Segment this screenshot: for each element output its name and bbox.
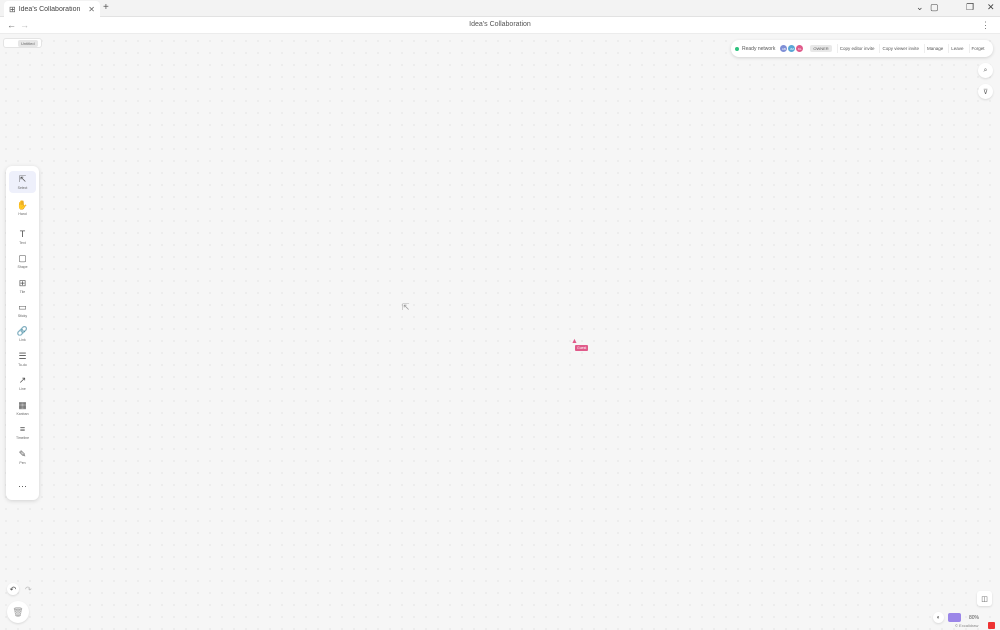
sticky-icon: ▭ <box>18 302 27 312</box>
tool-label: Sticky <box>17 314 28 318</box>
close-window-button[interactable]: ✕ <box>987 2 995 13</box>
brand-mark-icon <box>988 622 995 629</box>
copy-editor-invite-button[interactable]: Copy editor invite <box>836 44 877 53</box>
manage-button[interactable]: Manage <box>924 44 945 53</box>
tool-label: Shape <box>17 265 28 269</box>
tool-sticky[interactable]: ▭ Sticky <box>9 299 36 321</box>
board-name-chip[interactable]: Untitled <box>3 38 42 48</box>
close-tab-icon[interactable]: ✕ <box>88 5 95 14</box>
avatar[interactable]: KL <box>795 44 805 53</box>
theme-toggle-button[interactable]: ◐ <box>933 612 944 623</box>
undo-button[interactable]: ↶ <box>7 583 19 595</box>
trash-button[interactable]: 🗑 <box>7 601 29 623</box>
kanban-icon: ▦ <box>18 400 27 410</box>
tool-line[interactable]: ↗ Line <box>9 372 36 394</box>
sidebar-toggle-icon[interactable]: ▢ <box>930 2 939 13</box>
search-button[interactable]: ⌕ <box>978 63 993 78</box>
shape-icon: ▢ <box>18 253 27 263</box>
tool-label: Tile <box>19 290 26 294</box>
tool-palette: ⇱ Select ✋ Hand T Text ▢ Shape ⊞ Tile ▭ Sticky 🔗 Link… <box>6 166 39 500</box>
tool-label: Line <box>19 387 26 391</box>
remote-cursor-icon: ▲ <box>571 338 578 345</box>
hand-icon: ✋ <box>16 200 29 210</box>
pen-icon: ✎ <box>18 449 27 459</box>
tool-label: Select <box>17 186 28 190</box>
minimap-button[interactable]: ◫ <box>977 591 992 606</box>
tool-text[interactable]: T Text <box>9 226 36 248</box>
tool-label: Link <box>19 338 26 342</box>
search-icon: ⌕ <box>983 66 988 74</box>
map-icon: ◫ <box>981 595 988 603</box>
role-badge: OWNER <box>810 45 832 52</box>
chevron-down-icon[interactable]: ⌄ <box>916 2 924 13</box>
filter-button[interactable]: ⊽ <box>978 84 993 99</box>
tab-title: Idea's Collaboration <box>18 5 81 13</box>
link-icon: 🔗 <box>16 326 29 336</box>
forget-button[interactable]: Forget <box>968 44 987 53</box>
tool-label: To-do <box>18 363 27 367</box>
filter-icon: ⊽ <box>982 88 989 96</box>
page-title: Idea's Collaboration <box>469 21 531 28</box>
tool-pen[interactable]: ✎ Pen <box>9 446 36 468</box>
browser-tab-strip: ⊞ Idea's Collaboration ✕ + ⌄ ▢ ❐ ✕ <box>0 0 1000 17</box>
grid-icon: ⊞ <box>9 4 16 14</box>
cursor-icon: ⇱ <box>18 174 27 184</box>
collaboration-bar: Ready network AB JM KL OWNER Copy editor… <box>731 40 993 57</box>
footer-credit: © Excalidraw <box>955 623 979 628</box>
restore-window-button[interactable]: ❐ <box>966 2 974 13</box>
line-icon: ↗ <box>18 375 27 385</box>
remote-user-tag: Guest <box>575 345 589 351</box>
tool-shape[interactable]: ▢ Shape <box>9 250 36 272</box>
tool-hand[interactable]: ✋ Hand <box>9 197 36 219</box>
tool-tile[interactable]: ⊞ Tile <box>9 275 36 297</box>
tool-more[interactable]: ⋯ <box>9 475 36 497</box>
tool-kanban[interactable]: ▦ Kanban <box>9 397 36 419</box>
leave-button[interactable]: Leave <box>948 44 965 53</box>
collaborator-avatars: AB JM KL <box>779 44 805 53</box>
new-tab-button[interactable]: + <box>103 2 109 13</box>
tool-label: Hand <box>18 212 27 216</box>
local-cursor-icon: ⇱ <box>402 302 410 312</box>
board-name-label: Untitled <box>18 39 38 47</box>
tile-icon: ⊞ <box>18 278 27 288</box>
tool-to-do[interactable]: ☰ To-do <box>9 348 36 370</box>
theme-icon: ◐ <box>936 614 941 621</box>
zoom-level[interactable]: 80% <box>969 615 979 621</box>
todo-icon: ☰ <box>18 351 27 361</box>
tool-timeline[interactable]: ≡ Timeline <box>9 421 36 443</box>
timeline-icon: ≡ <box>19 424 26 434</box>
tool-label: Text <box>19 241 26 245</box>
tool-label: Kanban <box>16 412 29 416</box>
tool-link[interactable]: 🔗 Link <box>9 323 36 345</box>
redo-button[interactable]: ↷ <box>25 585 32 594</box>
trash-icon: 🗑 <box>12 606 24 617</box>
more-menu-icon[interactable]: ⋮ <box>981 20 990 31</box>
drawing-canvas[interactable] <box>0 35 1000 630</box>
undo-icon: ↶ <box>9 584 17 594</box>
tool-label: Timeline <box>15 436 30 440</box>
tool-select[interactable]: ⇱ Select <box>9 171 36 193</box>
connection-status: Ready network <box>742 45 776 52</box>
address-bar: ← → Idea's Collaboration ⋮ <box>0 17 1000 34</box>
browser-tab[interactable]: ⊞ Idea's Collaboration ✕ <box>4 1 100 17</box>
tool-label: Pen <box>19 461 26 465</box>
text-icon: T <box>19 229 26 239</box>
copy-viewer-invite-button[interactable]: Copy viewer invite <box>879 44 921 53</box>
more-icon: ⋯ <box>18 481 27 491</box>
color-swatch[interactable] <box>948 613 961 622</box>
status-dot-icon <box>735 46 739 51</box>
